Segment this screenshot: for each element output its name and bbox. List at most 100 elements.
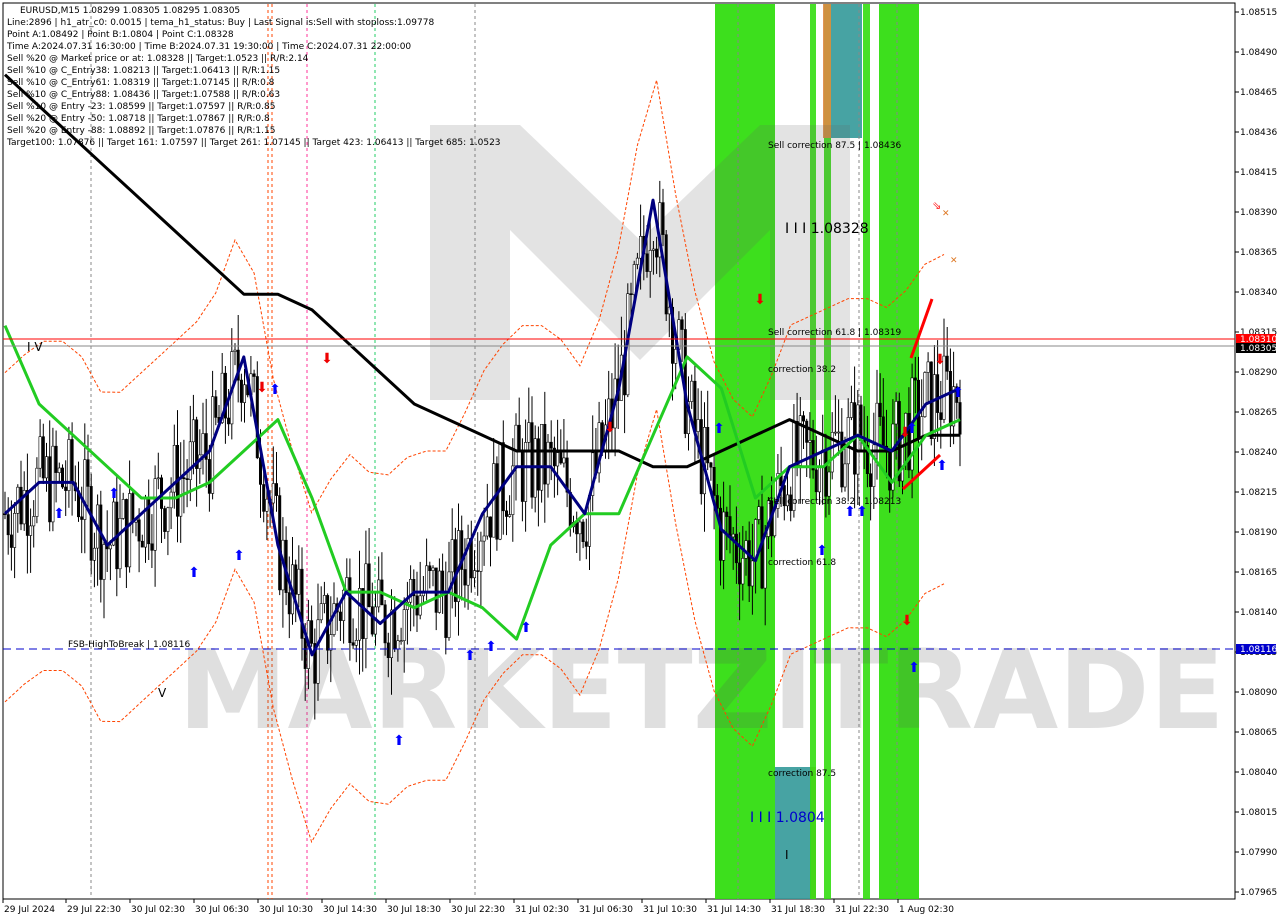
price-tick-label: 1.08290	[1240, 368, 1277, 378]
candle-body	[485, 516, 489, 537]
sell-arrow-icon: ⬇	[754, 292, 766, 308]
candle-body	[520, 450, 524, 502]
buy-arrow-icon: ⬆	[464, 648, 476, 664]
candle-body	[805, 420, 809, 443]
orange-x-marker-1: ✕	[942, 209, 950, 219]
price-tick-label: 1.08240	[1240, 448, 1277, 458]
candle-body	[536, 438, 540, 491]
roman-v-label: V	[158, 686, 167, 700]
buy-arrow-icon: ⬆	[53, 506, 65, 522]
candle-body	[227, 417, 231, 425]
candle-body	[549, 441, 553, 449]
candle-body	[645, 253, 649, 272]
candle-body	[725, 511, 729, 517]
candle-body	[188, 441, 192, 480]
candle-body	[80, 516, 84, 520]
candle-body	[118, 517, 122, 570]
candle-body	[546, 441, 550, 485]
sell-arrow-icon: ⬇	[934, 352, 946, 368]
candle-body	[329, 634, 333, 651]
buy-arrow-icon: ⬆	[844, 504, 856, 520]
candle-body	[648, 250, 652, 272]
candle-body	[137, 519, 141, 542]
candle-body	[674, 348, 678, 364]
candle-body	[517, 424, 521, 452]
candle-body	[99, 504, 103, 580]
red-hollow-arrow: ⇘	[932, 199, 941, 212]
candle-body	[747, 540, 751, 587]
candle-body	[575, 522, 579, 535]
candle-body	[41, 436, 45, 479]
candle-body	[233, 349, 237, 352]
candle-body	[923, 372, 927, 418]
time-tick-label: 30 Jul 22:30	[451, 905, 505, 915]
candle-body	[757, 506, 761, 520]
candle-body	[894, 401, 898, 425]
candle-body	[191, 419, 195, 443]
candle-body	[287, 592, 291, 615]
candle-body	[441, 570, 445, 593]
time-tick-label: 30 Jul 06:30	[195, 905, 249, 915]
buy-arrow-icon: ⬆	[520, 620, 532, 636]
candle-body	[92, 547, 96, 561]
candle-body	[351, 642, 355, 646]
candle-body	[635, 257, 639, 265]
candle-body	[182, 477, 186, 480]
candle-body	[562, 457, 566, 464]
candle-body	[29, 525, 33, 536]
candle-body	[370, 606, 374, 635]
candle-body	[297, 568, 301, 595]
price-chart[interactable]: MARKETZITRADE EURUSD,M15 1.08299 1.08305…	[0, 0, 1280, 920]
candle-body	[156, 477, 160, 480]
candle-body	[734, 533, 738, 564]
candle-body	[833, 431, 837, 434]
candle-body	[35, 467, 39, 517]
sell-arrow-icon: ⬇	[256, 380, 268, 396]
candle-body	[869, 473, 873, 487]
candle-body	[827, 471, 831, 497]
candle-body	[396, 640, 400, 650]
candle-body	[48, 456, 52, 523]
candle-body	[185, 478, 189, 481]
candle-body	[89, 486, 93, 561]
candle-body	[463, 569, 467, 586]
buy-arrow-icon: ⬆	[188, 565, 200, 581]
info-line: Target100: 1.07876 || Target 161: 1.0759…	[6, 138, 501, 148]
correction-38-top-label: correction 38.2	[768, 365, 836, 375]
candle-body	[354, 639, 358, 646]
candle-body	[655, 248, 659, 258]
candle-body	[153, 478, 157, 551]
candle-body	[479, 540, 483, 572]
watermark-text: MARKETZITRADE	[178, 626, 1225, 754]
buy-arrow-icon: ⬆	[713, 421, 725, 437]
price-tag-blue: 1.08116	[1240, 645, 1277, 655]
candle-body	[102, 544, 106, 580]
candle-body	[303, 638, 307, 669]
info-line: Sell %20 @ Entry -50: 1.08718 || Target:…	[7, 114, 270, 124]
info-line: Sell %20 @ Entry -88: 1.08892 || Target:…	[7, 126, 275, 136]
candle-body	[38, 436, 42, 469]
candle-body	[361, 588, 365, 640]
candle-body	[367, 563, 371, 607]
price-tick-label: 1.07965	[1240, 888, 1277, 898]
candle-body	[501, 442, 505, 512]
price-tick-label: 1.08040	[1240, 768, 1277, 778]
candle-body	[428, 565, 432, 571]
candle-body	[581, 521, 585, 543]
price-tick-label: 1.08140	[1240, 608, 1277, 618]
candle-body	[310, 620, 314, 644]
time-tick-label: 31 Jul 22:30	[835, 905, 889, 915]
candle-body	[409, 578, 413, 603]
candle-body	[939, 412, 943, 420]
info-line: Sell %20 @ Market price or at: 1.08328 |…	[7, 54, 309, 64]
candle-body	[64, 486, 68, 491]
candle-body	[450, 539, 454, 573]
candle-body	[25, 490, 29, 536]
candle-body	[639, 236, 643, 259]
candle-body	[131, 493, 135, 523]
candle-body	[527, 422, 531, 443]
info-line: Sell %10 @ Entry -23: 1.08599 || Target:…	[7, 102, 275, 112]
candle-body	[476, 570, 480, 572]
candle-body	[559, 452, 563, 464]
roman-iv-label: I V	[27, 340, 43, 354]
